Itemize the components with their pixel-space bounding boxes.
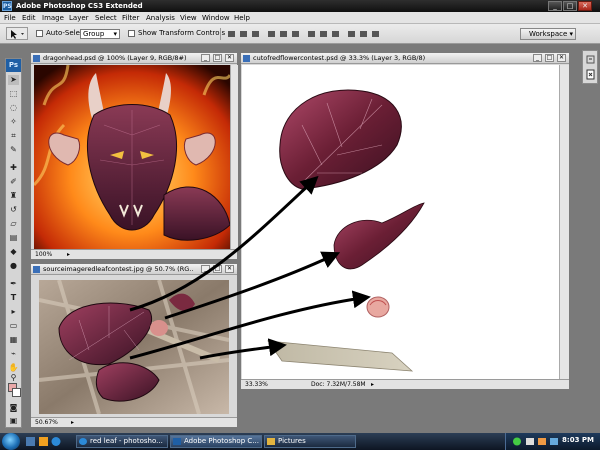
taskbar-item-photoshop[interactable]: Adobe Photoshop C...	[170, 435, 262, 448]
taskbar-item-label: Pictures	[278, 437, 306, 445]
clock[interactable]: 8:03 PM	[562, 436, 594, 444]
desktop-icon	[26, 437, 35, 446]
security-icon	[538, 438, 546, 445]
quick-launch	[24, 436, 68, 447]
network-icon	[513, 437, 521, 446]
taskbar-item-label: red leaf - photosho...	[90, 437, 163, 445]
system-tray: 8:03 PM	[505, 433, 600, 450]
photoshop-icon	[173, 438, 181, 445]
taskbar: red leaf - photosho... Adobe Photoshop C…	[0, 433, 600, 450]
arrow-to-big-leaf	[129, 175, 319, 312]
browser-icon	[51, 437, 61, 446]
taskbar-item-browser[interactable]: red leaf - photosho...	[76, 435, 168, 448]
taskbar-item-label: Adobe Photoshop C...	[184, 437, 259, 445]
update-icon	[550, 438, 558, 445]
ie-icon	[79, 438, 87, 445]
arrow-to-stem	[199, 338, 287, 360]
folder-icon	[267, 438, 275, 445]
explorer-icon	[39, 437, 48, 446]
volume-icon	[526, 438, 534, 445]
annotation-arrows	[129, 175, 371, 360]
taskbar-item-pictures[interactable]: Pictures	[264, 435, 356, 448]
start-button[interactable]	[2, 433, 20, 450]
